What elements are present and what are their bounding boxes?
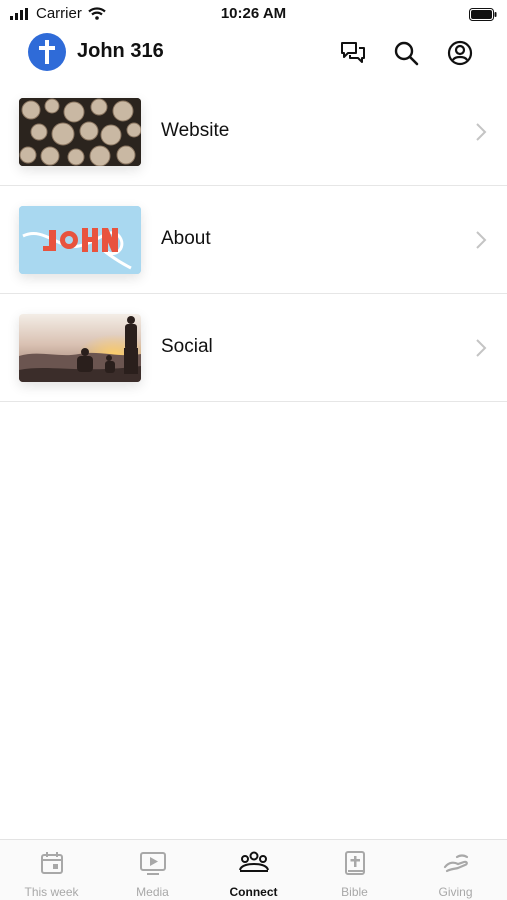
wood-logs-image: [19, 98, 141, 166]
calendar-icon: [40, 852, 63, 874]
chevron-right-icon: [476, 231, 487, 249]
connect-list: Website About Social: [0, 78, 507, 402]
people-icon: [238, 851, 269, 872]
tab-bar: This week Media Connect Bible Giving: [0, 839, 507, 900]
john-lettering-image: [19, 206, 141, 274]
tab-label: Giving: [438, 885, 473, 899]
list-item-label: Social: [161, 336, 213, 357]
chevron-right-icon: [476, 123, 487, 141]
search-button[interactable]: [392, 39, 420, 67]
battery-icon: [469, 8, 497, 21]
list-item-label: About: [161, 228, 211, 249]
tab-label: Bible: [341, 885, 368, 899]
cross-icon: [39, 40, 55, 64]
list-item-about[interactable]: About: [0, 186, 507, 294]
app-title: John 316: [77, 40, 164, 62]
tab-label: This week: [24, 885, 79, 899]
tab-this-week[interactable]: This week: [1, 850, 102, 899]
sunset-hikers-image: [19, 314, 141, 382]
app-header: John 316: [0, 30, 507, 76]
bible-icon: [344, 851, 365, 875]
list-item-social[interactable]: Social: [0, 294, 507, 402]
profile-button[interactable]: [446, 39, 474, 67]
account-icon: [447, 40, 473, 66]
tab-media[interactable]: Media: [102, 850, 203, 899]
chevron-right-icon: [476, 339, 487, 357]
search-icon: [394, 41, 419, 66]
list-item-website[interactable]: Website: [0, 78, 507, 186]
tab-connect[interactable]: Connect: [203, 850, 304, 899]
list-item-label: Website: [161, 120, 230, 141]
tab-bible[interactable]: Bible: [304, 850, 405, 899]
messages-button[interactable]: [339, 39, 367, 67]
tab-label: Connect: [229, 885, 278, 899]
status-bar: Carrier 10:26 AM: [0, 0, 507, 28]
tab-giving[interactable]: Giving: [405, 850, 506, 899]
play-icon: [139, 852, 166, 875]
status-time: 10:26 AM: [220, 5, 287, 22]
tab-label: Media: [136, 885, 169, 899]
chat-bubbles-icon: [341, 42, 365, 63]
app-logo[interactable]: [28, 33, 66, 71]
giving-hand-icon: [443, 854, 468, 873]
